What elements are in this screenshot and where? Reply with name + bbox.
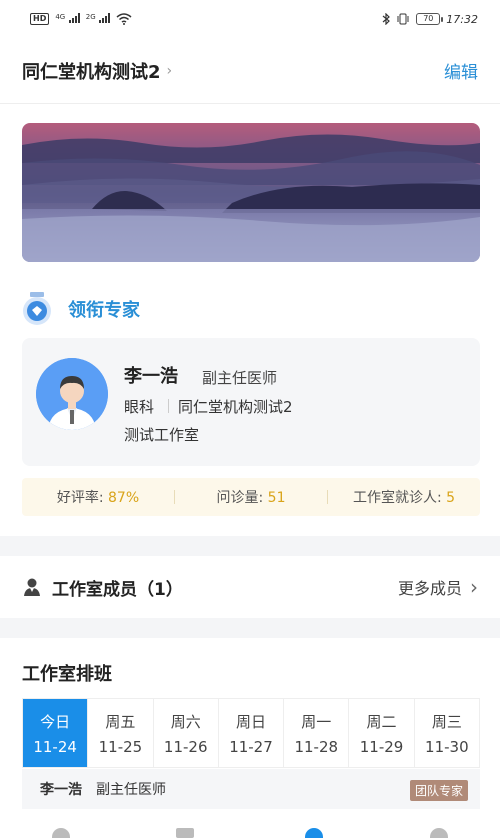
doctor-department: 眼科	[124, 398, 155, 416]
lead-expert-title: 领衔专家	[68, 300, 140, 321]
sim1-label: 4G	[55, 12, 66, 21]
day-weekday: 周三	[431, 712, 462, 731]
signal-1: 4G	[55, 12, 80, 26]
day-date: 11-29	[359, 737, 404, 756]
stat-value: 5	[446, 490, 456, 506]
day-tab[interactable]: 周六 11-26	[154, 699, 219, 767]
team-expert-badge: 团队专家	[409, 780, 468, 801]
day-tab[interactable]: 周二 11-29	[349, 699, 415, 767]
status-left: HD 4G 2G	[30, 12, 132, 26]
lead-doctor-card[interactable]: 李一浩 副主任医师 眼科 同仁堂机构测试2 测试工作室	[22, 338, 480, 466]
day-weekday: 周二	[366, 712, 397, 731]
schedule-day-tabs: 今日 11-24 周五 11-25 周六 11-26 周日 11-27 周一 1…	[22, 698, 480, 768]
bluetooth-icon	[382, 13, 391, 25]
more-members-label: 更多成员	[397, 579, 462, 598]
avatar	[36, 358, 108, 430]
doctor-name: 李一浩	[124, 366, 178, 387]
members-title: 工作室成员（1）	[52, 579, 183, 600]
stat-value: 87%	[108, 490, 140, 506]
day-weekday: 周五	[105, 712, 136, 731]
member-icon	[24, 578, 40, 596]
day-date: 11-30	[425, 737, 469, 756]
stat-patients: 工作室就诊人: 5	[328, 487, 480, 507]
chevron-right-icon: ›	[470, 575, 478, 599]
stats-bar: 好评率: 87% 问诊量: 51 工作室就诊人: 5	[22, 478, 480, 516]
day-tab[interactable]: 周日 11-27	[219, 699, 285, 767]
signal-bars-icon	[99, 12, 111, 23]
day-weekday: 周日	[235, 712, 266, 731]
day-weekday: 周一	[301, 712, 332, 731]
day-date: 11-25	[98, 737, 143, 756]
signal-bars-icon	[68, 12, 80, 23]
day-date: 11-26	[163, 737, 208, 756]
hd-badge: HD	[30, 13, 50, 25]
day-tab-today[interactable]: 今日 11-24	[23, 699, 89, 767]
medal-icon	[23, 292, 51, 325]
calendar-tab-icon[interactable]	[176, 828, 194, 838]
chevron-right-icon: ›	[166, 62, 173, 79]
day-date: 11-28	[294, 737, 339, 756]
status-right: 70 17:32	[382, 13, 478, 26]
stat-label: 工作室就诊人:	[352, 490, 447, 506]
doctor-organization: 同仁堂机构测试2	[178, 398, 293, 416]
doctor-title: 副主任医师	[202, 369, 278, 387]
banner-image	[22, 123, 480, 262]
page-header: 同仁堂机构测试2 › 编辑	[0, 38, 500, 104]
members-heading: 工作室成员（1）	[22, 575, 183, 600]
day-weekday: 周六	[170, 712, 201, 731]
status-bar: HD 4G 2G 70 17:32	[0, 0, 500, 38]
org-title: 同仁堂机构测试2	[22, 61, 161, 83]
wifi-icon	[116, 13, 132, 25]
stat-rating: 好评率: 87%	[22, 487, 174, 507]
more-members-button[interactable]: 更多成员 ›	[398, 575, 478, 599]
day-date: 11-24	[33, 737, 77, 756]
org-title-link[interactable]: 同仁堂机构测试2 ›	[22, 58, 172, 84]
entry-doctor-title: 副主任医师	[96, 782, 166, 798]
entry-doctor-name: 李一浩	[40, 782, 82, 798]
studio-card: 领衔专家 李一浩 副主任医师 眼科 同仁堂机构测试2 测试工作室 好评率: 87…	[0, 104, 500, 536]
sim2-label: 2G	[85, 12, 96, 21]
day-tab[interactable]: 周五 11-25	[88, 699, 154, 767]
day-weekday: 今日	[40, 712, 71, 731]
doctor-studio: 测试工作室	[124, 426, 200, 444]
lead-expert-heading: 领衔专家	[20, 291, 140, 327]
day-date: 11-27	[229, 737, 273, 756]
battery-icon: 70	[416, 13, 444, 25]
schedule-entry[interactable]: 李一浩 副主任医师 团队专家	[22, 769, 480, 809]
divider	[168, 399, 169, 413]
vibrate-icon	[397, 13, 409, 25]
stat-consultations: 问诊量: 51	[175, 487, 327, 507]
signal-2: 2G	[85, 12, 111, 26]
clock: 17:32	[446, 12, 478, 26]
bottom-tab-bar	[0, 826, 500, 838]
day-tab[interactable]: 周三 11-30	[415, 699, 479, 767]
studio-members-row[interactable]: 工作室成员（1） 更多成员 ›	[0, 556, 500, 618]
stat-value: 51	[267, 490, 286, 506]
schedule-title: 工作室排班	[22, 664, 112, 685]
edit-button[interactable]: 编辑	[444, 58, 478, 83]
stat-label: 好评率:	[56, 490, 109, 506]
stat-label: 问诊量:	[216, 490, 268, 506]
day-tab[interactable]: 周一 11-28	[284, 699, 350, 767]
studio-schedule: 工作室排班 今日 11-24 周五 11-25 周六 11-26 周日 11-2…	[0, 638, 500, 838]
